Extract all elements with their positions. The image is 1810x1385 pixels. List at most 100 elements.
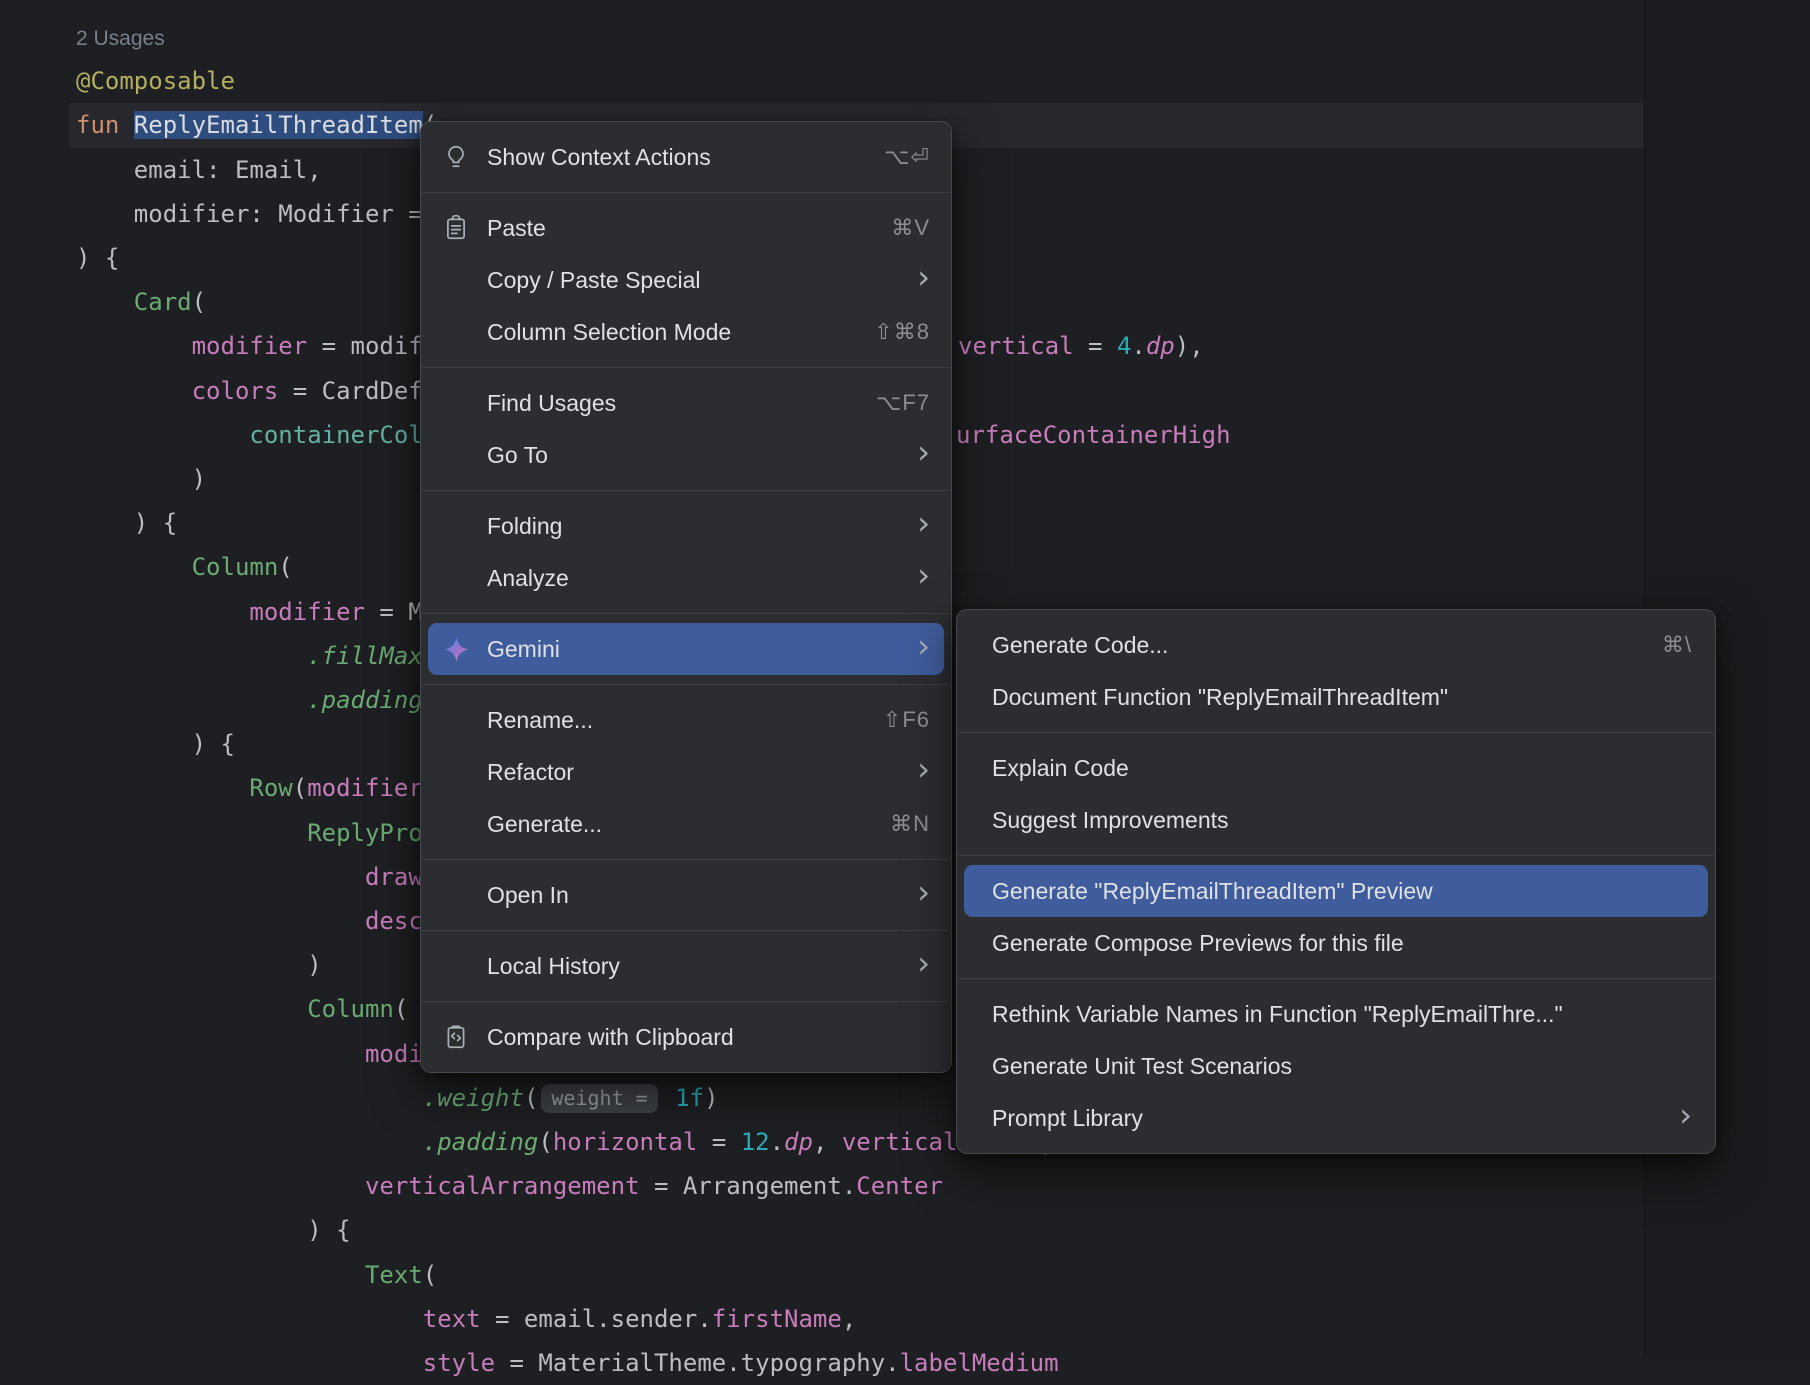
- code-token: Card: [134, 288, 192, 316]
- code-token: [76, 907, 365, 935]
- usages-code-vision[interactable]: 2 Usages: [76, 27, 165, 50]
- menu-item-go-to[interactable]: Go To›: [428, 429, 944, 481]
- menu-item-label: Find Usages: [487, 390, 616, 417]
- menu-item-label: Open In: [487, 882, 569, 909]
- code-token: [76, 1305, 423, 1333]
- code-token: [76, 332, 192, 360]
- code-token: horizontal: [553, 1128, 698, 1156]
- menu-separator: [957, 855, 1715, 856]
- menu-item-label: Compare with Clipboard: [487, 1024, 734, 1051]
- menu-item-prompt-library[interactable]: Prompt Library›: [964, 1092, 1708, 1144]
- code-token: .padding: [307, 686, 423, 714]
- code-line: verticalArrangement = Arrangement.Center: [76, 1164, 943, 1208]
- code-line: style = MaterialTheme.typography.labelMe…: [76, 1341, 1059, 1385]
- code-token: .padding: [423, 1128, 539, 1156]
- code-token: (: [394, 995, 408, 1023]
- menu-shortcut: ⇧F6: [883, 707, 930, 733]
- code-token: [76, 1084, 423, 1112]
- menu-item-label: Local History: [487, 953, 620, 980]
- menu-item-generate-replyemailthreaditem-preview[interactable]: Generate "ReplyEmailThreadItem" Preview: [964, 865, 1708, 917]
- menu-item-label: Generate Compose Previews for this file: [992, 930, 1404, 957]
- code-token: ,: [842, 1305, 856, 1333]
- code-token: (: [293, 774, 307, 802]
- code-token: ) {: [76, 509, 177, 537]
- menu-item-label: Analyze: [487, 565, 569, 592]
- menu-item-analyze[interactable]: Analyze›: [428, 552, 944, 604]
- menu-item-copy-paste-special[interactable]: Copy / Paste Special›: [428, 254, 944, 306]
- menu-item-find-usages[interactable]: Find Usages⌥F7: [428, 377, 944, 429]
- menu-separator: [957, 978, 1715, 979]
- menu-item-paste[interactable]: Paste⌘V: [428, 202, 944, 254]
- submenu-chevron-icon: ›: [917, 507, 930, 539]
- code-line: fun ReplyEmailThreadItem(: [76, 103, 437, 147]
- menu-item-open-in[interactable]: Open In›: [428, 869, 944, 921]
- code-token: ): [704, 1084, 718, 1112]
- code-line: Card(: [76, 280, 206, 324]
- gemini-submenu: Generate Code...⌘\Document Function "Rep…: [956, 609, 1716, 1154]
- ide-screen: 2 Usages @Composable fun ReplyEmailThreadI…: [0, 0, 1810, 1358]
- menu-item-rename[interactable]: Rename... ⇧F6: [428, 694, 944, 746]
- code-token: [76, 1261, 365, 1289]
- code-line: Text(: [76, 1253, 437, 1297]
- code-token: modifier: [192, 332, 308, 360]
- code-token: [661, 1084, 675, 1112]
- code-line: @Composable: [76, 59, 235, 103]
- submenu-chevron-icon: ›: [917, 753, 930, 785]
- menu-separator: [957, 732, 1715, 733]
- code-token: 4: [1117, 332, 1131, 360]
- code-line: 2 Usages: [76, 15, 165, 59]
- code-line: Column(: [76, 545, 293, 589]
- code-token: ) {: [76, 244, 119, 272]
- menu-item-document-function-replyemailthreaditem[interactable]: Document Function "ReplyEmailThreadItem": [964, 671, 1708, 723]
- menu-item-generate-compose-previews-for-this-file[interactable]: Generate Compose Previews for this file: [964, 917, 1708, 969]
- menu-item-column-selection-mode[interactable]: Column Selection Mode ⇧⌘8: [428, 306, 944, 358]
- menu-item-label: Rename...: [487, 707, 593, 734]
- code-token: [76, 774, 249, 802]
- submenu-chevron-icon: ›: [1679, 1099, 1692, 1131]
- code-token: [76, 863, 365, 891]
- inlay-hint: weight =: [541, 1084, 657, 1113]
- code-token: ): [76, 465, 206, 493]
- menu-item-gemini[interactable]: Gemini›: [428, 623, 944, 675]
- code-line: ) {: [76, 501, 177, 545]
- code-token: Column: [307, 995, 394, 1023]
- code-token: ,: [813, 1128, 842, 1156]
- menu-separator: [421, 490, 951, 491]
- menu-item-label: Rethink Variable Names in Function "Repl…: [992, 1001, 1563, 1028]
- menu-item-label: Show Context Actions: [487, 144, 711, 171]
- menu-item-label: Paste: [487, 215, 546, 242]
- menu-item-refactor[interactable]: Refactor›: [428, 746, 944, 798]
- menu-item-show-context-actions[interactable]: Show Context Actions ⌥⏎: [428, 131, 944, 183]
- code-line: text = email.sender.firstName,: [76, 1297, 856, 1341]
- code-token: =: [697, 1128, 740, 1156]
- menu-item-label: Folding: [487, 513, 562, 540]
- code-fragment: urfaceContainerHigh: [956, 413, 1231, 457]
- menu-item-label: Column Selection Mode: [487, 319, 731, 346]
- code-token: [76, 377, 192, 405]
- menu-item-folding[interactable]: Folding ›: [428, 500, 944, 552]
- menu-shortcut: ⇧⌘8: [874, 319, 930, 345]
- menu-item-local-history[interactable]: Local History›: [428, 940, 944, 992]
- code-token: @Composable: [76, 67, 235, 95]
- menu-item-generate-code[interactable]: Generate Code...⌘\: [964, 619, 1708, 671]
- menu-item-generate-unit-test-scenarios[interactable]: Generate Unit Test Scenarios: [964, 1040, 1708, 1092]
- code-token: ReplyEmailThreadItem: [134, 111, 423, 139]
- code-token: style: [423, 1349, 495, 1377]
- code-token: fun: [76, 111, 134, 139]
- menu-item-rethink-variable-names-in-function-replyemailthre[interactable]: Rethink Variable Names in Function "Repl…: [964, 988, 1708, 1040]
- code-token: .: [770, 1128, 784, 1156]
- code-token: vertical: [842, 1128, 958, 1156]
- menu-item-label: Generate "ReplyEmailThreadItem" Preview: [992, 878, 1433, 905]
- code-token: colors: [192, 377, 279, 405]
- menu-item-suggest-improvements[interactable]: Suggest Improvements: [964, 794, 1708, 846]
- menu-shortcut: ⌥⏎: [884, 144, 930, 170]
- menu-separator: [421, 930, 951, 931]
- menu-separator: [421, 613, 951, 614]
- menu-item-generate[interactable]: Generate...⌘N: [428, 798, 944, 850]
- menu-item-explain-code[interactable]: Explain Code: [964, 742, 1708, 794]
- paste-clipboard-icon: [443, 215, 487, 241]
- code-line: ): [76, 457, 206, 501]
- code-line: Column(: [76, 987, 408, 1031]
- code-token: [76, 598, 249, 626]
- menu-item-compare-with-clipboard[interactable]: Compare with Clipboard: [428, 1011, 944, 1063]
